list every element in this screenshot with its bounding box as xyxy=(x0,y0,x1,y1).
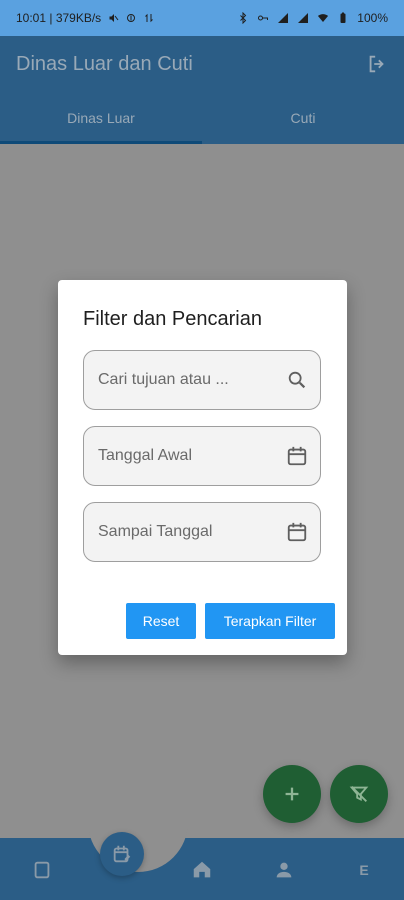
calendar-icon[interactable] xyxy=(286,445,308,467)
page-title: Dinas Luar dan Cuti xyxy=(16,52,193,75)
clear-filter-fab[interactable] xyxy=(330,765,388,823)
nav-item-profile[interactable] xyxy=(272,858,296,882)
apply-filter-button[interactable]: Terapkan Filter xyxy=(205,603,335,639)
signal-arrow-icon xyxy=(145,13,154,23)
logout-icon[interactable] xyxy=(366,53,388,75)
filter-off-icon xyxy=(349,786,369,802)
tab-cuti[interactable]: Cuti xyxy=(202,92,404,144)
app-bar: Dinas Luar dan Cuti xyxy=(0,36,404,92)
start-date-input[interactable] xyxy=(96,446,280,466)
bottom-navigation: E xyxy=(0,820,404,900)
calendar-edit-icon xyxy=(113,845,131,863)
key-icon xyxy=(258,15,269,21)
signal-icon xyxy=(278,13,289,23)
nav-item-dinas[interactable] xyxy=(100,832,144,876)
battery-percent: 100% xyxy=(357,11,388,25)
dialog-title: Filter dan Pencarian xyxy=(83,308,262,330)
status-left: 10:01 | 379KB/s xyxy=(16,11,155,25)
status-right: 100% xyxy=(237,11,388,25)
home-icon xyxy=(193,861,211,878)
battery-icon xyxy=(340,12,346,23)
add-fab[interactable] xyxy=(263,765,321,823)
start-date-field[interactable] xyxy=(83,426,321,486)
tab-bar: Dinas Luar Cuti xyxy=(0,92,404,144)
nav-more-label: E xyxy=(359,862,369,878)
tab-dinas-luar[interactable]: Dinas Luar xyxy=(0,92,202,144)
plus-icon xyxy=(285,787,299,801)
nav-item-more[interactable]: E xyxy=(352,858,376,882)
mute-icon xyxy=(109,14,119,22)
end-date-field[interactable] xyxy=(83,502,321,562)
nav-item-home[interactable] xyxy=(190,858,214,882)
calendar-icon[interactable] xyxy=(286,521,308,543)
nav-item-list[interactable] xyxy=(30,858,54,882)
search-field[interactable] xyxy=(83,350,321,410)
status-time-speed: 10:01 | 379KB/s xyxy=(16,11,102,25)
tab-cuti-label: Cuti xyxy=(290,110,316,126)
tab-dinas-luar-label: Dinas Luar xyxy=(67,110,135,126)
person-icon xyxy=(276,862,292,878)
filter-dialog: Filter dan Pencarian Reset Terapkan Filt… xyxy=(58,280,347,655)
wifi-icon xyxy=(318,14,329,22)
search-input[interactable] xyxy=(96,370,280,390)
status-bar: 10:01 | 379KB/s 100% xyxy=(0,0,404,36)
search-icon[interactable] xyxy=(286,369,308,391)
signal-2-icon xyxy=(298,13,309,23)
data-saver-icon xyxy=(127,14,136,22)
list-icon xyxy=(34,861,50,879)
end-date-input[interactable] xyxy=(96,522,280,542)
bluetooth-icon xyxy=(240,12,247,24)
reset-button[interactable]: Reset xyxy=(126,603,196,639)
